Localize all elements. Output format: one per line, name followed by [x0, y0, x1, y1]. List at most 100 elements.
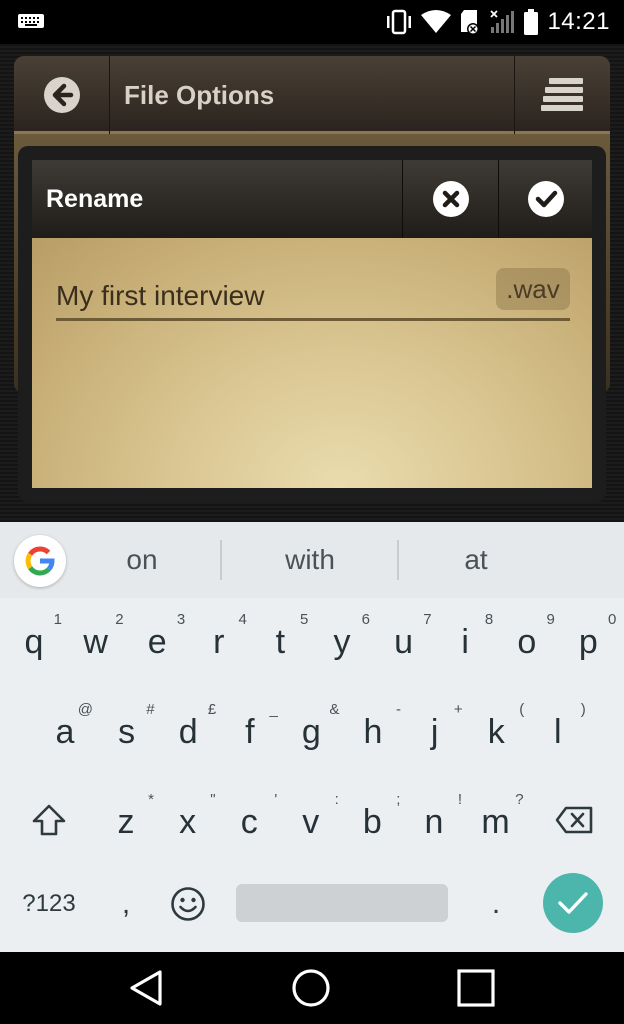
key-y[interactable]: y6: [312, 598, 372, 678]
signal-icon: [490, 10, 515, 33]
key-label: x: [179, 803, 197, 841]
key-label: j: [430, 713, 439, 751]
sd-card-icon: [461, 10, 480, 35]
back-button[interactable]: [14, 56, 110, 134]
key-a[interactable]: a @: [35, 688, 95, 768]
cancel-button[interactable]: [402, 160, 498, 238]
key-label: c: [240, 803, 258, 841]
key-label: u: [394, 623, 414, 661]
key-label: q: [24, 623, 44, 661]
input-underline: [56, 318, 570, 321]
key-h[interactable]: h-: [343, 688, 403, 768]
key-e[interactable]: e3: [127, 598, 187, 678]
key-q[interactable]: q1: [4, 598, 64, 678]
triangle-back-icon: [130, 970, 162, 1006]
backspace-icon: [555, 806, 593, 834]
navigation-bar: [0, 952, 624, 1024]
extension-badge: .wav: [496, 268, 570, 310]
enter-key[interactable]: [543, 873, 603, 933]
symbols-key[interactable]: ?123: [10, 864, 88, 944]
filename-input[interactable]: [56, 274, 488, 318]
key-label: h: [363, 713, 383, 751]
key-hint: 1: [53, 611, 62, 628]
key-l[interactable]: l): [528, 688, 588, 768]
dialog-title: Rename: [46, 185, 144, 213]
key-t[interactable]: t5: [250, 598, 310, 678]
suggestion-on[interactable]: on: [80, 522, 204, 598]
nav-recents-button[interactable]: [454, 966, 498, 1010]
space-key[interactable]: [236, 884, 448, 922]
key-label: y: [333, 623, 351, 661]
key-hint: (: [519, 701, 525, 718]
shift-icon: [32, 804, 66, 836]
key-f[interactable]: f _: [220, 688, 280, 768]
smiley-icon: [171, 887, 205, 921]
key-hint: ): [580, 701, 586, 718]
key-hint: #: [146, 701, 155, 718]
key-z[interactable]: z *: [96, 778, 156, 858]
key-v[interactable]: v:: [281, 778, 341, 858]
comma-key[interactable]: ,: [100, 864, 152, 944]
key-label: e: [147, 623, 167, 661]
key-o[interactable]: o9: [497, 598, 557, 678]
menu-button[interactable]: [514, 56, 610, 134]
key-label: r: [213, 623, 225, 661]
key-hint: ;: [396, 791, 401, 808]
key-hint: £: [207, 701, 217, 718]
key-g[interactable]: g &: [281, 688, 341, 768]
key-hint: :: [334, 791, 339, 808]
key-k[interactable]: k(: [466, 688, 526, 768]
key-x[interactable]: x ": [158, 778, 218, 858]
status-icons: 14:21: [385, 6, 610, 38]
key-label: t: [275, 623, 286, 661]
emoji-key[interactable]: [160, 864, 216, 944]
period-key[interactable]: .: [470, 864, 522, 944]
keyboard-icon: [18, 14, 44, 28]
key-hint: -: [396, 701, 401, 718]
key-label: v: [302, 803, 320, 841]
backspace-key[interactable]: [544, 780, 604, 860]
key-p[interactable]: p0: [558, 598, 618, 678]
key-w[interactable]: w2: [66, 598, 126, 678]
key-label: d: [178, 713, 198, 751]
square-recents-icon: [457, 969, 495, 1007]
key-label: g: [301, 713, 321, 751]
key-r[interactable]: r4: [189, 598, 249, 678]
key-hint: ': [274, 791, 278, 808]
shift-key[interactable]: [20, 780, 78, 860]
key-label: n: [424, 803, 444, 841]
suggestion-divider: [397, 540, 399, 580]
key-label: f: [245, 713, 255, 751]
key-hint: !: [457, 791, 462, 808]
key-n[interactable]: n!: [404, 778, 464, 858]
check-icon: [558, 892, 588, 914]
google-g-icon: [25, 546, 55, 576]
key-label: p: [578, 623, 598, 661]
key-hint: &: [329, 701, 340, 718]
suggestion-with[interactable]: with: [230, 522, 390, 598]
nav-back-button[interactable]: [124, 966, 168, 1010]
confirm-button[interactable]: [498, 160, 592, 238]
key-hint: ?: [515, 791, 524, 808]
key-label: l: [554, 713, 562, 751]
key-j[interactable]: j +: [405, 688, 465, 768]
key-m[interactable]: m?: [466, 778, 526, 858]
key-s[interactable]: s #: [97, 688, 157, 768]
key-label: z: [117, 803, 135, 841]
key-u[interactable]: u7: [374, 598, 434, 678]
key-i[interactable]: i8: [435, 598, 495, 678]
key-c[interactable]: c ': [219, 778, 279, 858]
nav-home-button[interactable]: [289, 966, 333, 1010]
key-hint: +: [453, 701, 463, 718]
key-d[interactable]: d £: [158, 688, 218, 768]
key-hint: ": [210, 791, 216, 808]
dialog-body: .wav: [32, 238, 592, 488]
key-b[interactable]: b;: [342, 778, 402, 858]
google-icon[interactable]: [14, 535, 66, 587]
key-label: b: [362, 803, 382, 841]
key-hint: *: [148, 791, 154, 808]
key-label: i: [461, 623, 469, 661]
key-label: o: [517, 623, 537, 661]
key-hint: 0: [608, 611, 617, 628]
suggestion-at[interactable]: at: [410, 522, 542, 598]
